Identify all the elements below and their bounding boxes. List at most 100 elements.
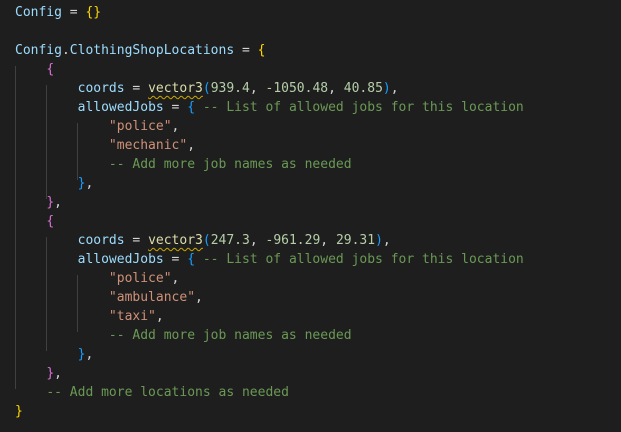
code-operator: .	[61, 43, 70, 58]
code-operator: ,	[85, 176, 94, 191]
code-comment: -- List of allowed jobs for this locatio…	[202, 100, 524, 115]
code-line: -- Add more job names as needed	[15, 155, 352, 174]
code-identifier: coords	[77, 81, 125, 96]
code-operator: ,	[54, 366, 62, 381]
code-operator: ,	[171, 119, 180, 134]
code-bracket: )	[382, 81, 391, 96]
code-line: Config.ClothingShopLocations = {	[15, 41, 265, 60]
code-number: 247.3	[210, 233, 250, 248]
code-comment: -- List of allowed jobs for this locatio…	[202, 252, 524, 267]
code-identifier: coords	[77, 233, 125, 248]
code-bracket: {	[46, 214, 55, 229]
code-operator: =	[163, 252, 188, 267]
code-string: "police"	[108, 119, 172, 134]
code-operator: ,	[249, 233, 266, 248]
code-line: allowedJobs = { -- List of allowed jobs …	[15, 250, 524, 269]
code-line: }	[15, 402, 23, 421]
code-string: "mechanic"	[108, 138, 188, 153]
code-comment: -- Add more job names as needed	[108, 157, 352, 172]
code-operator: ,	[249, 81, 266, 96]
code-identifier: allowedJobs	[77, 252, 164, 267]
code-function: vector3	[148, 233, 203, 248]
code-line: Config = {}	[15, 3, 101, 22]
code-operator: ,	[187, 138, 196, 153]
code-bracket: {}	[85, 5, 102, 20]
code-number: 939.4	[210, 81, 250, 96]
code-operator: ,	[171, 271, 180, 286]
code-operator: ,	[195, 290, 203, 305]
code-bracket: {	[257, 43, 266, 58]
code-operator: ,	[382, 233, 391, 248]
code-line: {	[15, 212, 54, 231]
code-bracket: }	[15, 404, 23, 419]
code-line: "mechanic",	[15, 136, 195, 155]
code-operator: ,	[390, 81, 399, 96]
code-operator: ,	[320, 233, 336, 248]
code-bracket: {	[187, 252, 196, 267]
code-line: -- Add more job names as needed	[15, 326, 352, 345]
code-line: "taxi",	[15, 307, 164, 326]
code-line: allowedJobs = { -- List of allowed jobs …	[15, 98, 524, 117]
code-operator: =	[234, 43, 258, 58]
code-operator: ,	[328, 81, 344, 96]
code-operator: ,	[85, 347, 94, 362]
code-editor[interactable]: Config = {} Config.ClothingShopLocations …	[0, 0, 621, 432]
code-number: -961.29	[265, 233, 321, 248]
code-operator: =	[61, 5, 86, 20]
code-line: coords = vector3(247.3, -961.29, 29.31),	[15, 231, 391, 250]
code-line: {	[15, 60, 54, 79]
code-bracket: {	[187, 100, 196, 115]
code-bracket: {	[46, 62, 55, 77]
code-string: "taxi"	[108, 309, 156, 324]
code-identifier: allowedJobs	[77, 100, 164, 115]
code-number: 40.85	[343, 81, 383, 96]
code-number: -1050.48	[265, 81, 329, 96]
code-bracket: )	[375, 233, 383, 248]
code-line: },	[15, 174, 94, 193]
code-string: "ambulance"	[108, 290, 196, 305]
code-identifier: ClothingShopLocations	[69, 43, 235, 58]
code-line: coords = vector3(939.4, -1050.48, 40.85)…	[15, 79, 399, 98]
code-operator: ,	[54, 195, 62, 210]
code-bracket: }	[46, 195, 55, 210]
code-comment: -- Add more job names as needed	[108, 328, 352, 343]
code-operator: =	[124, 233, 149, 248]
code-line: },	[15, 364, 62, 383]
code-line: "police",	[15, 117, 179, 136]
code-bracket: (	[202, 233, 211, 248]
code-operator: ,	[155, 309, 164, 324]
code-string: "police"	[108, 271, 172, 286]
code-operator: =	[124, 81, 149, 96]
code-identifier: Config	[15, 43, 62, 58]
code-line: },	[15, 193, 62, 212]
code-comment: -- Add more locations as needed	[46, 385, 289, 400]
code-line: "police",	[15, 269, 179, 288]
code-operator: =	[163, 100, 188, 115]
code-line: },	[15, 345, 94, 364]
code-bracket: }	[46, 366, 55, 381]
code-number: 29.31	[335, 233, 376, 248]
code-function: vector3	[148, 81, 203, 96]
code-identifier: Config	[15, 5, 62, 20]
code-line: -- Add more locations as needed	[15, 383, 289, 402]
